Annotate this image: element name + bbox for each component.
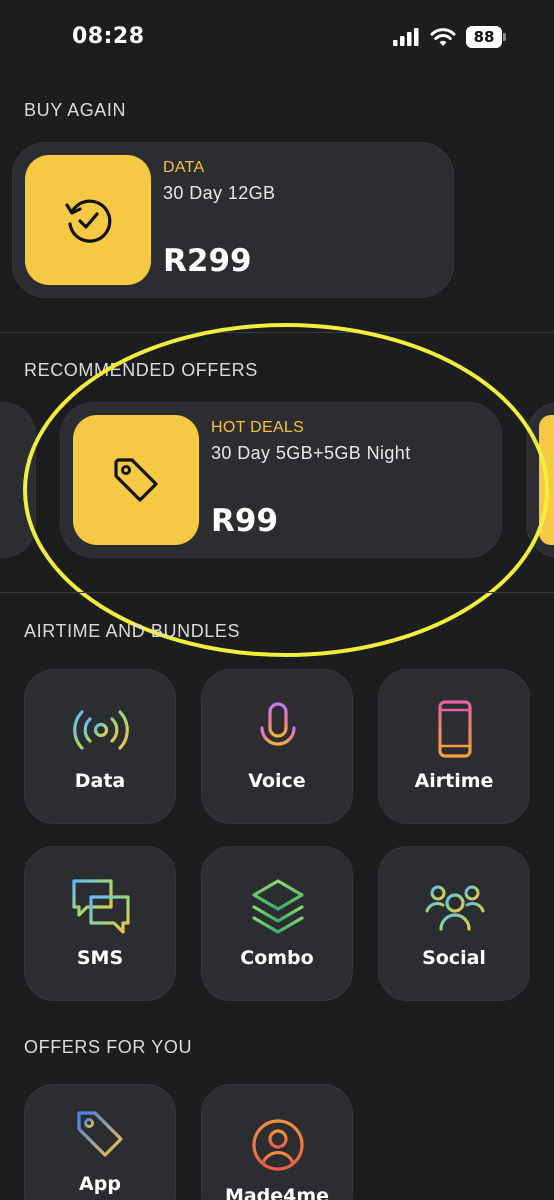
offer-category: DATA [163,159,205,176]
wifi-icon [430,28,456,46]
battery-level: 88 [466,26,502,48]
divider [0,332,554,333]
tile-label: App [79,1173,121,1195]
offer-icon-box [25,155,151,285]
signal-broadcast-icon [73,710,129,750]
microphone-icon [260,702,296,758]
battery-tip [503,33,506,41]
layers-icon [252,879,304,934]
cellular-signal-icon [393,28,419,46]
offer-category: HOT DEALS [211,419,305,436]
bundle-tile-social[interactable]: Social [378,846,530,1001]
offer-icon-box [73,415,199,545]
tile-label: Made4me [224,1185,330,1200]
repeat-check-icon [65,199,112,243]
phone-icon [438,700,472,758]
offer-price: R99 [211,503,279,539]
tile-label: Voice [248,770,306,792]
chat-bubbles-icon [72,879,130,934]
section-title-offers-for-you: OFFERS FOR YOU [24,1037,193,1057]
tile-label: Social [422,947,486,969]
offer-name: 30 Day 12GB [163,183,276,203]
offer-tile-made4me[interactable]: Made4me [201,1084,353,1200]
tile-label: SMS [76,947,124,969]
recommended-offer-card[interactable]: HOT DEALS 30 Day 5GB+5GB Night R99 [60,402,502,558]
group-icon [425,885,485,931]
previous-offer-card[interactable] [0,402,36,558]
divider [0,592,554,593]
buy-again-card[interactable]: DATA 30 Day 12GB R299 [12,142,454,298]
bundle-tile-data[interactable]: Data [24,669,176,824]
bundle-tile-voice[interactable]: Voice [201,669,353,824]
offer-price: R299 [163,243,252,279]
tile-label: Airtime [414,770,494,792]
status-bar: 08:28 88 [0,0,554,76]
bundle-tile-sms[interactable]: SMS [24,846,176,1001]
bundle-tile-combo[interactable]: Combo [201,846,353,1001]
user-circle-icon [252,1119,304,1171]
tag-icon [77,1111,123,1157]
offer-name: 30 Day 5GB+5GB Night [211,443,411,463]
bundle-tile-airtime[interactable]: Airtime [378,669,530,824]
price-tag-icon [114,458,158,502]
section-title-buy-again: BUY AGAIN [24,100,127,120]
section-title-airtime-bundles: AIRTIME AND BUNDLES [24,621,241,641]
section-title-recommended: RECOMMENDED OFFERS [24,360,258,380]
offer-tile-app[interactable]: App [24,1084,176,1200]
status-time: 08:28 [72,24,145,49]
tile-label: Combo [240,947,314,969]
tile-label: Data [74,770,126,792]
next-offer-icon-box [539,415,554,545]
next-offer-card[interactable] [526,402,554,558]
